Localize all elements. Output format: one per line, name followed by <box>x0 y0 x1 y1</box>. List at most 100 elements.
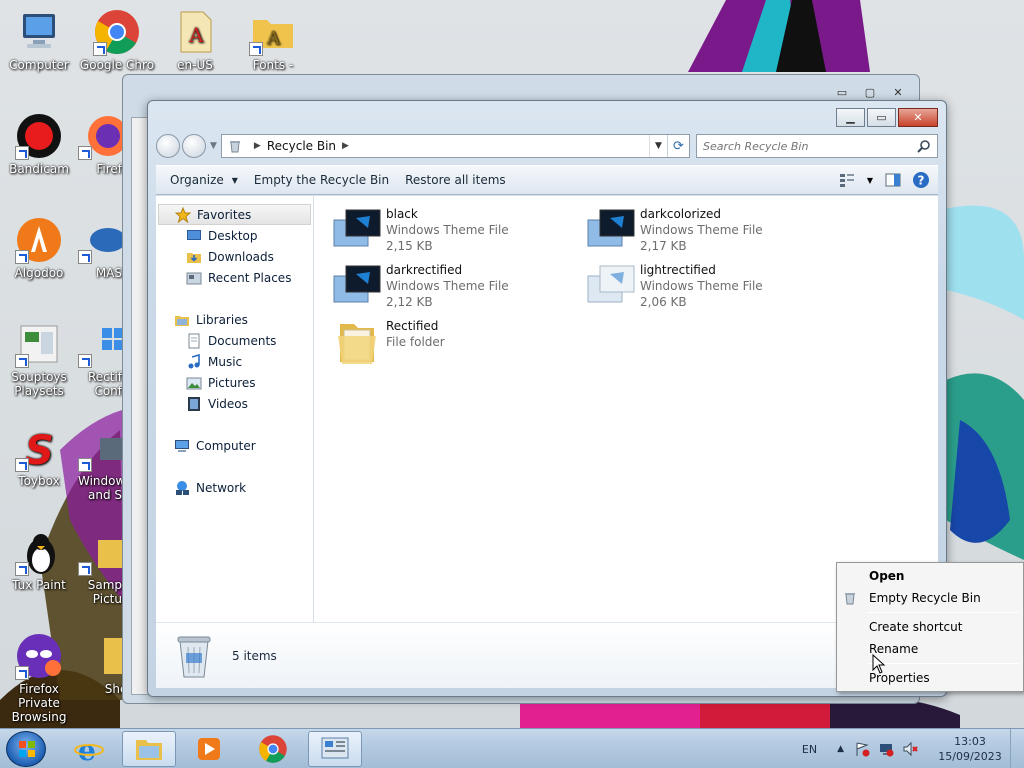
taskbar-internet-explorer[interactable]: e <box>62 731 116 767</box>
start-button[interactable] <box>6 731 46 767</box>
desktop-icon-mas[interactable]: MAS <box>78 216 122 280</box>
context-menu: Open Empty Recycle Bin Create shortcut R… <box>836 562 1024 692</box>
desktop-icon-firefox[interactable]: Firef <box>78 112 122 176</box>
file-item-rectified-folder[interactable]: Rectified File folder <box>332 318 572 368</box>
breadcrumb-recycle-bin[interactable]: Recycle Bin <box>267 139 336 153</box>
souptoys-icon <box>15 320 63 368</box>
desktop-icon-rectified-conf[interactable]: Rectif Conf <box>78 320 122 398</box>
desktop-icon-en-us[interactable]: A en-US <box>156 8 234 72</box>
nav-recent-places[interactable]: Recent Places <box>156 267 313 288</box>
shortcut-arrow-icon <box>78 146 92 160</box>
address-bar[interactable]: ▶ Recycle Bin ▶ ▼ ⟳ <box>220 134 690 158</box>
recent-pages-dropdown-icon[interactable]: ▼ <box>210 141 217 151</box>
file-name: lightrectified <box>640 263 716 277</box>
nav-label: Downloads <box>208 249 274 264</box>
nav-music[interactable]: Music <box>156 351 313 372</box>
show-desktop-button[interactable] <box>1010 729 1024 768</box>
nav-downloads[interactable]: Downloads <box>156 246 313 267</box>
videos-icon <box>188 396 200 411</box>
nav-pictures[interactable]: Pictures <box>156 372 313 393</box>
desktop-icon-souptoys[interactable]: Souptoys Playsets <box>0 320 78 398</box>
file-list[interactable]: black Windows Theme File 2,15 KB darkcol… <box>314 196 938 622</box>
menu-item-empty-recycle-bin[interactable]: Empty Recycle Bin <box>839 587 1021 609</box>
menu-item-open[interactable]: Open <box>839 565 1021 587</box>
file-item-darkrectified[interactable]: darkrectified Windows Theme File 2,12 KB <box>332 262 572 312</box>
desktop-icon-chrome[interactable]: Google Chro <box>78 8 156 72</box>
view-dropdown-button[interactable]: ▼ <box>864 169 876 191</box>
taskbar-media-player[interactable] <box>182 731 236 767</box>
help-button[interactable]: ? <box>910 169 932 191</box>
nav-label: Libraries <box>196 312 248 327</box>
breadcrumb-chevron-icon[interactable]: ▶ <box>342 141 349 151</box>
desktop-icon-windows-s[interactable]: Window and S <box>78 424 122 502</box>
nav-desktop[interactable]: Desktop <box>156 225 313 246</box>
menu-item-create-shortcut[interactable]: Create shortcut <box>839 616 1021 638</box>
nav-videos[interactable]: Videos <box>156 393 313 414</box>
network-icon[interactable] <box>878 741 894 757</box>
forward-button[interactable] <box>182 134 206 158</box>
close-button[interactable]: ✕ <box>898 108 938 127</box>
desktop-icon-label: Bandicam <box>9 162 69 176</box>
address-dropdown-icon[interactable]: ▼ <box>649 135 667 157</box>
nav-label: Music <box>208 354 243 369</box>
desktop-icon-firefox-private[interactable]: Firefox Private Browsing <box>0 632 78 724</box>
restore-all-items-button[interactable]: Restore all items <box>397 169 514 191</box>
navigation-pane[interactable]: Favorites Desktop Downloads Recent Place… <box>156 196 314 622</box>
desktop-icon-algodoo[interactable]: Algodoo <box>0 216 78 280</box>
recycle-bin-icon <box>845 593 855 605</box>
nav-label: Documents <box>208 333 277 348</box>
menu-separator <box>867 612 1019 613</box>
file-size: 2,06 KB <box>640 295 687 309</box>
recent-places-icon <box>186 272 202 284</box>
show-hidden-icons-icon[interactable]: ▲ <box>837 744 844 754</box>
organize-label: Organize <box>170 173 224 187</box>
nav-documents[interactable]: Documents <box>156 330 313 351</box>
back-button[interactable] <box>156 134 180 158</box>
change-view-button[interactable] <box>836 169 858 191</box>
desktop-icon-label: Fonts - <box>252 58 294 72</box>
minimize-button[interactable]: ▁ <box>836 108 865 127</box>
clock[interactable]: 13:03 15/09/2023 <box>930 734 1010 764</box>
taskbar-chrome[interactable] <box>246 731 300 767</box>
empty-recycle-bin-button[interactable]: Empty the Recycle Bin <box>246 169 397 191</box>
search-input[interactable] <box>703 139 917 153</box>
refresh-icon[interactable]: ⟳ <box>667 135 689 157</box>
desktop-icon-fonts[interactable]: A Fonts - <box>234 8 312 72</box>
file-item-lightrectified[interactable]: lightrectified Windows Theme File 2,06 K… <box>586 262 826 312</box>
menu-item-properties[interactable]: Properties <box>839 667 1021 689</box>
explorer-body: Favorites Desktop Downloads Recent Place… <box>156 196 938 688</box>
desktop-icon-sample-pictures[interactable]: Samp Pictu <box>78 528 122 606</box>
menu-item-label: Empty Recycle Bin <box>869 591 981 605</box>
desktop-icon-label: Rectif Conf <box>87 370 122 398</box>
system-tray: EN ▲ 13:03 15/09/2023 <box>802 729 1024 768</box>
star-icon <box>175 206 191 223</box>
taskbar-file-explorer[interactable] <box>122 731 176 767</box>
recycle-bin-window[interactable]: ▁ ▭ ✕ ▼ ▶ Recycle Bin ▶ ▼ ⟳ Organize ▼ Em… <box>147 100 947 697</box>
pictures-icon <box>186 377 202 389</box>
algodoo-icon <box>15 216 63 264</box>
menu-item-rename[interactable]: Rename <box>839 638 1021 660</box>
taskbar-control-panel[interactable] <box>308 731 362 767</box>
desktop-icon-toybox[interactable]: S Toybox <box>0 424 78 488</box>
nav-favorites[interactable]: Favorites <box>158 204 311 225</box>
file-name: darkrectified <box>386 263 463 277</box>
nav-computer[interactable]: Computer <box>156 435 313 456</box>
maximize-button[interactable]: ▭ <box>867 108 896 127</box>
nav-network[interactable]: Network <box>156 477 313 498</box>
file-item-darkcolorized[interactable]: darkcolorized Windows Theme File 2,17 KB <box>586 206 826 256</box>
search-icon[interactable] <box>917 139 931 153</box>
desktop-icon-computer[interactable]: Computer <box>0 8 78 72</box>
preview-pane-button[interactable] <box>882 169 904 191</box>
file-item-black[interactable]: black Windows Theme File 2,15 KB <box>332 206 572 256</box>
organize-button[interactable]: Organize ▼ <box>162 169 246 191</box>
action-center-flag-icon[interactable] <box>854 741 870 757</box>
tux-penguin-icon <box>15 528 63 576</box>
desktop-icon-bandicam[interactable]: Bandicam <box>0 112 78 176</box>
breadcrumb-chevron-icon[interactable]: ▶ <box>254 141 261 151</box>
desktop-icon-tux-paint[interactable]: Tux Paint <box>0 528 78 592</box>
search-box[interactable] <box>696 134 938 158</box>
volume-muted-icon[interactable] <box>902 741 918 757</box>
language-indicator[interactable]: EN <box>802 743 817 756</box>
nav-label: Computer <box>196 438 256 453</box>
nav-libraries[interactable]: Libraries <box>156 309 313 330</box>
